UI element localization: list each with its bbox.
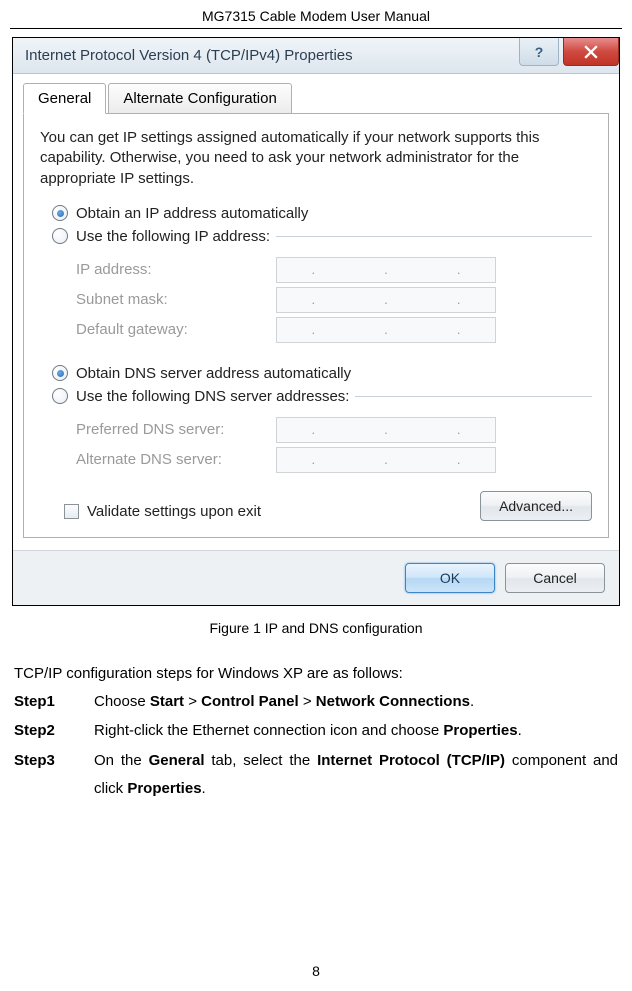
radio-icon <box>52 388 68 404</box>
tab-content: You can get IP settings assigned automat… <box>23 114 609 538</box>
bold: General <box>149 752 205 769</box>
dialog-screenshot: Internet Protocol Version 4 (TCP/IPv4) P… <box>12 37 620 606</box>
label-default-gateway: Default gateway: <box>76 321 276 338</box>
radio-icon <box>52 205 68 221</box>
step-1: Step1 Choose Start > Control Panel > Net… <box>14 688 618 716</box>
dialog-footer: OK Cancel <box>13 550 619 605</box>
bold: Network Connections <box>316 693 470 710</box>
radio-label: Use the following IP address: <box>76 228 270 245</box>
radio-use-following-ip[interactable]: Use the following IP address: <box>40 228 592 245</box>
ok-button[interactable]: OK <box>405 563 495 593</box>
help-button[interactable]: ? <box>519 38 559 66</box>
text: Choose <box>94 693 150 710</box>
radio-obtain-dns-auto[interactable]: Obtain DNS server address automatically <box>40 365 592 382</box>
text: tab, select the <box>205 752 318 769</box>
help-icon: ? <box>535 44 544 60</box>
input-ip-address: ... <box>276 257 496 283</box>
step-label: Step3 <box>14 747 94 803</box>
radio-label: Obtain DNS server address automatically <box>76 365 351 382</box>
titlebar: Internet Protocol Version 4 (TCP/IPv4) P… <box>13 38 619 74</box>
close-button[interactable] <box>563 38 619 66</box>
checkbox-validate-settings[interactable]: Validate settings upon exit <box>40 503 261 520</box>
tab-general[interactable]: General <box>23 83 106 114</box>
bold: Control Panel <box>201 693 299 710</box>
advanced-button[interactable]: Advanced... <box>480 491 592 521</box>
label-subnet-mask: Subnet mask: <box>76 291 276 308</box>
intro-line: TCP/IP configuration steps for Windows X… <box>14 660 618 688</box>
tab-alternate-configuration[interactable]: Alternate Configuration <box>108 83 291 114</box>
checkbox-label: Validate settings upon exit <box>87 503 261 520</box>
radio-icon <box>52 228 68 244</box>
radio-label: Obtain an IP address automatically <box>76 205 308 222</box>
text: . <box>202 780 206 797</box>
groupbox-line <box>355 396 592 397</box>
input-default-gateway: ... <box>276 317 496 343</box>
figure-caption: Figure 1 IP and DNS configuration <box>10 620 622 636</box>
text: Right-click the Ethernet connection icon… <box>94 722 443 739</box>
label-preferred-dns: Preferred DNS server: <box>76 421 276 438</box>
step-label: Step1 <box>14 688 94 716</box>
label-ip-address: IP address: <box>76 261 276 278</box>
body-text: TCP/IP configuration steps for Windows X… <box>10 660 622 803</box>
text: On the <box>94 752 149 769</box>
bold: Properties <box>443 722 517 739</box>
checkbox-icon <box>64 504 79 519</box>
page-number: 8 <box>0 963 632 979</box>
bold: Start <box>150 693 184 710</box>
input-alternate-dns: ... <box>276 447 496 473</box>
text: > <box>299 693 316 710</box>
step-2: Step2 Right-click the Ethernet connectio… <box>14 717 618 745</box>
step-3: Step3 On the General tab, select the Int… <box>14 747 618 803</box>
close-icon <box>584 45 598 59</box>
step-label: Step2 <box>14 717 94 745</box>
text: . <box>518 722 522 739</box>
radio-use-following-dns[interactable]: Use the following DNS server addresses: <box>40 388 592 405</box>
radio-label: Use the following DNS server addresses: <box>76 388 349 405</box>
input-subnet-mask: ... <box>276 287 496 313</box>
bold: Properties <box>127 780 201 797</box>
radio-icon <box>52 365 68 381</box>
cancel-button[interactable]: Cancel <box>505 563 605 593</box>
label-alternate-dns: Alternate DNS server: <box>76 451 276 468</box>
page-header: MG7315 Cable Modem User Manual <box>10 0 622 29</box>
text: > <box>184 693 201 710</box>
bold: Internet Protocol (TCP/IP) <box>317 752 505 769</box>
input-preferred-dns: ... <box>276 417 496 443</box>
dialog-title: Internet Protocol Version 4 (TCP/IPv4) P… <box>25 47 353 64</box>
tab-strip: General Alternate Configuration <box>23 82 609 114</box>
text: . <box>470 693 474 710</box>
intro-text: You can get IP settings assigned automat… <box>40 128 592 189</box>
groupbox-line <box>276 236 592 237</box>
radio-obtain-ip-auto[interactable]: Obtain an IP address automatically <box>40 205 592 222</box>
